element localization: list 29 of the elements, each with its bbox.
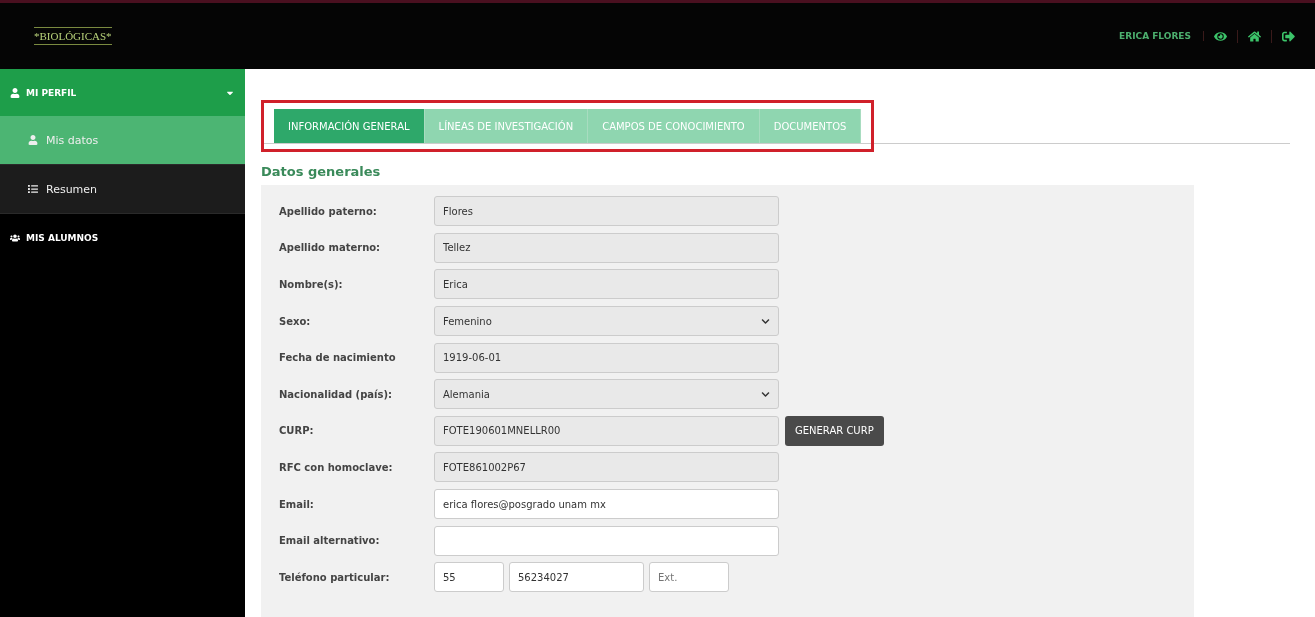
sidebar-item[interactable]: Resumen	[0, 165, 245, 214]
chevron-down-icon	[761, 316, 770, 326]
input-field[interactable]: 56234027	[509, 562, 644, 593]
logo: *BIOLÓGICAS*	[34, 27, 112, 45]
field-label: Email:	[279, 498, 315, 510]
field-label: Apellido materno:	[279, 242, 382, 254]
user-icon	[10, 87, 20, 98]
input-field[interactable]	[434, 525, 779, 556]
list-icon	[28, 184, 38, 194]
home-icon[interactable]	[1248, 29, 1261, 43]
users-icon	[10, 232, 20, 243]
field-label: Teléfono particular:	[279, 571, 391, 583]
chevron-down-icon	[761, 389, 770, 399]
user-icon	[28, 135, 38, 145]
field-label: Nombre(s):	[279, 279, 344, 290]
field-label: Nacionalidad (país):	[279, 388, 394, 400]
input-field[interactable]: 55	[434, 562, 504, 593]
field-label: Sexo:	[279, 315, 312, 327]
input-field[interactable]: Ext.	[649, 562, 729, 593]
logout-icon[interactable]	[1282, 29, 1295, 43]
field-label: Email alternativo:	[279, 535, 381, 547]
field-label: RFC con homoclave:	[279, 461, 394, 473]
field-label: Apellido paterno:	[279, 205, 378, 217]
section-title: Datos generales	[261, 164, 382, 179]
input-field[interactable]: erica flores@posgrado unam mx	[434, 489, 779, 520]
user-name[interactable]: ERICA FLORES	[1107, 31, 1204, 41]
field-label: CURP:	[279, 425, 315, 437]
field-label: Fecha de nacimiento	[279, 352, 397, 364]
eye-icon[interactable]	[1214, 29, 1227, 43]
